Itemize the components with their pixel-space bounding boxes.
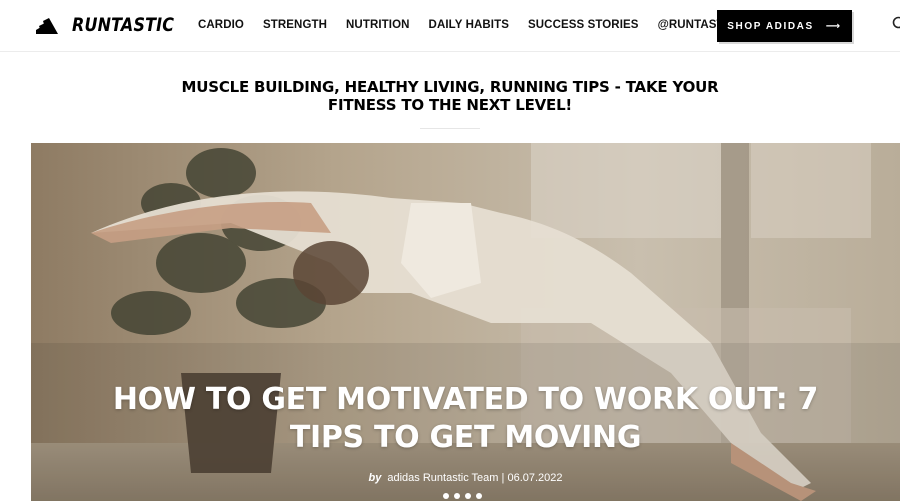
article-author[interactable]: adidas Runtastic Team xyxy=(387,472,498,484)
slide-dot[interactable] xyxy=(465,493,471,499)
slide-dot[interactable] xyxy=(476,493,482,499)
main-nav: CARDIO STRENGTH NUTRITION DAILY HABITS S… xyxy=(198,0,754,50)
slide-dot[interactable] xyxy=(443,493,449,499)
slider-pagination xyxy=(443,493,482,499)
slide-dot[interactable] xyxy=(454,493,460,499)
nav-cardio[interactable]: CARDIO xyxy=(198,19,244,31)
hero-article-title[interactable]: HOW TO GET MOTIVATED TO WORK OUT: 7 TIPS… xyxy=(31,381,900,457)
logo-text: RUNTASTIC xyxy=(72,14,175,36)
nav-daily-habits[interactable]: DAILY HABITS xyxy=(429,19,509,31)
byline-prefix: by xyxy=(368,472,382,484)
runtastic-logo[interactable]: RUNTASTIC xyxy=(36,12,194,38)
nav-strength[interactable]: STRENGTH xyxy=(263,19,327,31)
arrow-right-icon: ⟶ xyxy=(825,20,842,32)
nav-nutrition[interactable]: NUTRITION xyxy=(346,19,410,31)
shop-adidas-label: SHOP ADIDAS xyxy=(727,20,814,32)
meta-separator: | xyxy=(501,472,505,484)
site-header: RUNTASTIC CARDIO STRENGTH NUTRITION DAIL… xyxy=(0,0,900,52)
divider xyxy=(420,128,480,129)
nav-success-stories[interactable]: SUCCESS STORIES xyxy=(528,19,639,31)
search-icon[interactable] xyxy=(892,16,900,32)
page-tagline: MUSCLE BUILDING, HEALTHY LIVING, RUNNING… xyxy=(181,78,719,114)
article-meta: by adidas Runtastic Team | 06.07.2022 xyxy=(31,472,900,484)
adidas-stripes-icon xyxy=(36,18,58,34)
hero-article-card[interactable]: HOW TO GET MOTIVATED TO WORK OUT: 7 TIPS… xyxy=(31,143,900,501)
shop-adidas-button[interactable]: SHOP ADIDAS ⟶ xyxy=(717,10,852,42)
article-date: 06.07.2022 xyxy=(507,472,563,484)
